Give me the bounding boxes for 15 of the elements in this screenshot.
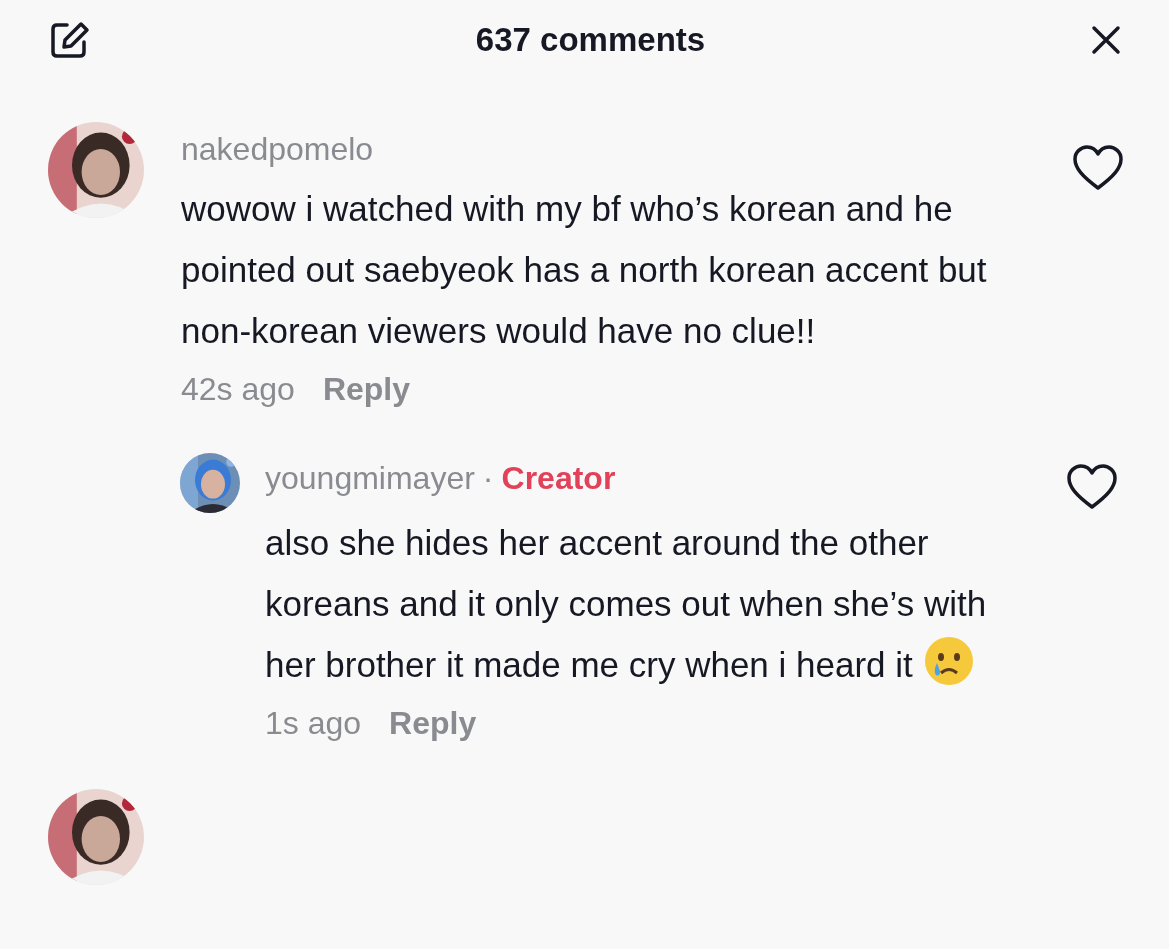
comment-text: also she hides her accent around the other koreans and it only comes out when she’s with her brother it made me cry when i heard it [265,511,1025,695]
close-icon[interactable] [1091,25,1121,55]
timestamp: 1s ago [265,703,362,743]
edit-icon[interactable] [50,21,90,59]
username: youngmimayer [265,459,475,498]
heart-icon[interactable] [1072,144,1124,192]
reply-button[interactable]: Reply [322,365,410,414]
heart-icon[interactable] [1066,463,1118,512]
creator-label: Creator [501,459,616,498]
reply-button[interactable]: Reply [389,698,477,747]
username: nakedpomelo [181,130,374,169]
separator-dot: · [482,459,494,498]
comment-text: wowow i watched with my bf who’s korean and he pointed out saebyeok has a north korean accent but non-korean viewers would have no clue!! [181,188,988,353]
comments-title: 637 comments [475,20,706,61]
timestamp: 42s ago [181,370,295,410]
